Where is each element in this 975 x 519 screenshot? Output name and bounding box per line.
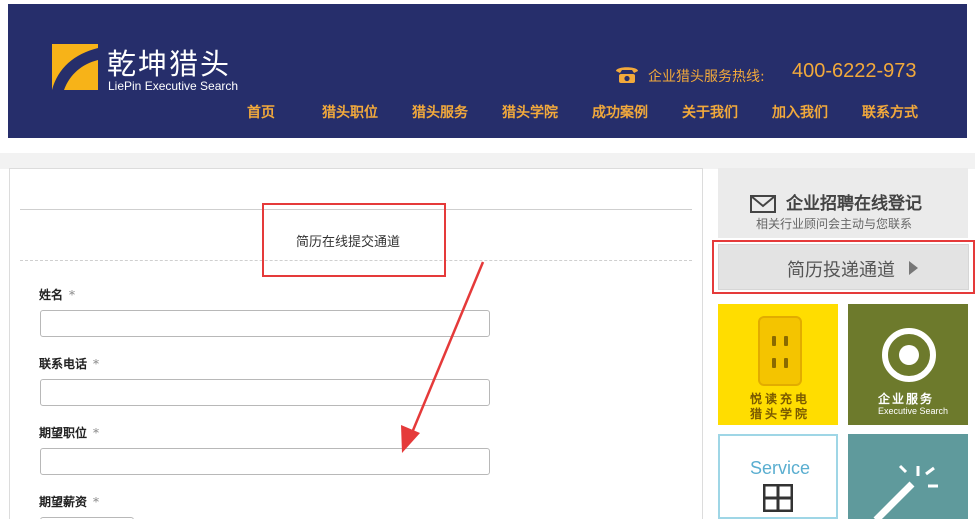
nav-item-about[interactable]: 关于我们 [682, 102, 738, 122]
socket-icon [758, 316, 802, 386]
socket-hole [784, 358, 788, 368]
hotline-label: 企业猎头服务热线: [648, 69, 765, 85]
required-mark: * [69, 288, 76, 302]
required-mark: * [93, 357, 100, 371]
socket-hole [772, 336, 776, 346]
phone-icon [616, 67, 638, 83]
phone-input[interactable] [40, 379, 490, 406]
phone-label: 联系电话 * [39, 355, 99, 372]
play-arrow-icon [909, 261, 918, 275]
tile-enterprise-line1: 企业服务 [878, 392, 935, 406]
phone-label-text: 联系电话 [39, 357, 88, 371]
hotline-number: 400-6222-973 [792, 60, 917, 82]
tile-success-cases[interactable] [848, 434, 968, 519]
nav-item-cases[interactable]: 成功案例 [592, 102, 648, 122]
required-mark: * [93, 495, 100, 509]
register-subtitle: 相关行业顾问会主动与您联系 [756, 217, 913, 231]
socket-hole [784, 336, 788, 346]
service-label: Service [750, 458, 811, 478]
ring-dot [899, 345, 919, 365]
tile-enterprise-line2: Executive Search [878, 406, 949, 416]
logo[interactable]: 乾坤猎头 LiePin Executive Search [52, 44, 252, 96]
nav-item-academy[interactable]: 猎头学院 [502, 102, 558, 122]
name-label-text: 姓名 [39, 288, 64, 302]
tile-academy-line2: 猎头学院 [750, 407, 811, 421]
position-input[interactable] [40, 448, 490, 475]
nav-item-contact[interactable]: 联系方式 [862, 102, 918, 122]
resume-channel-button[interactable]: 简历投递通道 [718, 244, 969, 290]
salary-label-text: 期望薪资 [39, 495, 88, 509]
register-title: 企业招聘在线登记 [786, 194, 922, 214]
salary-label: 期望薪资 * [39, 493, 99, 510]
annotation-box-title [262, 203, 446, 277]
nav-item-jobs[interactable]: 猎头职位 [322, 102, 378, 122]
nav-item-services[interactable]: 猎头服务 [412, 102, 468, 122]
required-mark: * [93, 426, 100, 440]
site-header: 乾坤猎头 LiePin Executive Search 企业猎头服务热线: 4… [8, 4, 967, 138]
name-input[interactable] [40, 310, 490, 337]
divider-band [0, 153, 975, 169]
name-label: 姓名 * [39, 286, 75, 303]
logo-mark-icon [52, 44, 98, 90]
tile-service[interactable]: Service [718, 434, 838, 519]
position-label: 期望职位 * [39, 424, 99, 441]
tile-academy[interactable]: 悦读充电 猎头学院 [718, 304, 838, 425]
ring-icon [882, 328, 936, 382]
tile-enterprise-service[interactable]: 企业服务 Executive Search [848, 304, 968, 425]
socket-hole [772, 358, 776, 368]
employer-register-card[interactable]: 企业招聘在线登记 相关行业顾问会主动与您联系 [718, 168, 968, 238]
grid-icon [763, 484, 793, 512]
logo-text-en: LiePin Executive Search [108, 79, 239, 93]
mail-icon [750, 195, 776, 213]
logo-text-cn: 乾坤猎头 [107, 47, 232, 81]
position-label-text: 期望职位 [39, 426, 88, 440]
nav-item-join[interactable]: 加入我们 [772, 102, 828, 122]
nav-item-home[interactable]: 首页 [247, 102, 275, 122]
magic-wand-icon [873, 464, 938, 519]
resume-channel-label: 简历投递通道 [787, 260, 895, 281]
